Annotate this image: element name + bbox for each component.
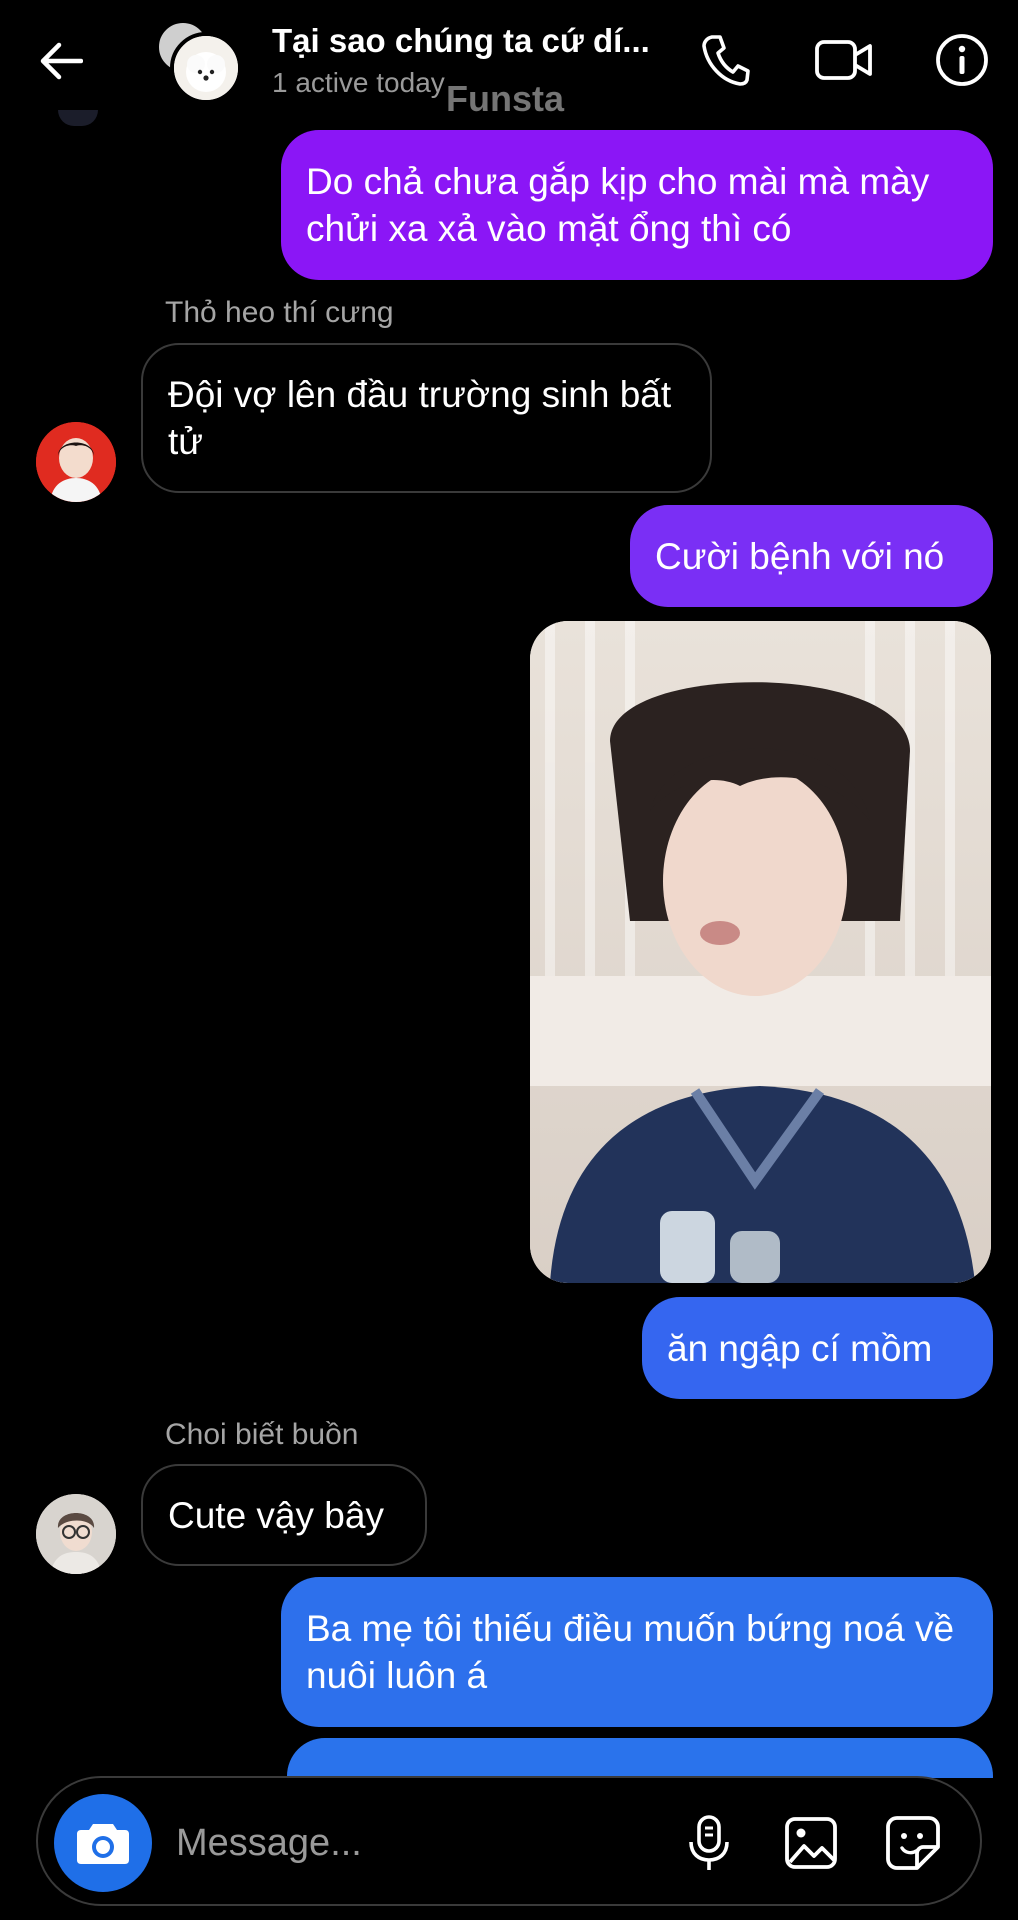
photo-image — [530, 621, 991, 1283]
phone-icon — [702, 35, 750, 86]
sticker-button[interactable] — [876, 1806, 950, 1880]
camera-icon — [77, 1824, 129, 1864]
microphone-icon — [689, 1815, 729, 1870]
message-text: Ba mẹ tôi thiếu điều muốn bứng noá về nu… — [306, 1608, 955, 1696]
message-text: Đội vợ lên đầu trường sinh bất tử — [168, 374, 672, 462]
video-call-button[interactable] — [810, 26, 878, 94]
image-icon — [785, 1817, 837, 1869]
sender-avatar-image — [36, 1494, 116, 1574]
sender-avatar[interactable] — [36, 422, 116, 502]
sender-avatar[interactable] — [36, 1494, 116, 1574]
video-camera-icon — [815, 40, 872, 80]
watermark: Funsta — [446, 78, 565, 119]
sender-name: Choi biết buồn — [165, 1418, 359, 1451]
message-text: ăn ngập cí mồm — [667, 1327, 933, 1369]
chat-title: Tại sao chúng ta cứ dí... — [272, 22, 650, 59]
chat-screen: Tại sao chúng ta cứ dí... 1 active today… — [0, 0, 1018, 1920]
photo-message[interactable] — [530, 621, 991, 1283]
message-bubble-incoming[interactable]: Đội vợ lên đầu trường sinh bất tử — [141, 343, 712, 493]
message-bubble-outgoing[interactable]: ăn ngập cí mồm — [642, 1297, 993, 1399]
message-bubble-partial[interactable] — [287, 1738, 993, 1778]
arrow-left-icon — [40, 42, 83, 80]
sticker-icon — [886, 1816, 940, 1870]
message-text: Cute vậy bây — [168, 1494, 384, 1536]
audio-call-button[interactable] — [692, 26, 760, 94]
back-button[interactable] — [30, 30, 92, 92]
message-bubble-outgoing[interactable]: Cười bệnh với nó — [630, 505, 993, 607]
info-icon — [936, 34, 988, 86]
camera-button[interactable] — [54, 1794, 152, 1892]
message-text: Cười bệnh với nó — [655, 535, 945, 577]
voice-message-button[interactable] — [672, 1806, 746, 1880]
gallery-button[interactable] — [774, 1806, 848, 1880]
dog-avatar-image — [174, 36, 238, 100]
message-bubble-outgoing[interactable]: Do chả chưa gắp kịp cho mài mà mày chửi … — [281, 130, 993, 280]
group-avatar-primary — [170, 32, 242, 104]
chat-header: Tại sao chúng ta cứ dí... 1 active today… — [0, 0, 1018, 122]
info-button[interactable] — [928, 26, 996, 94]
message-text: Do chả chưa gắp kịp cho mài mà mày chửi … — [306, 161, 930, 249]
message-bubble-incoming[interactable]: Cute vậy bây — [141, 1464, 427, 1566]
sender-name: Thỏ heo thí cưng — [165, 296, 394, 329]
message-bubble-outgoing[interactable]: Ba mẹ tôi thiếu điều muốn bứng noá về nu… — [281, 1577, 993, 1727]
group-avatar[interactable] — [152, 18, 242, 104]
message-input[interactable] — [176, 1808, 656, 1878]
previous-avatar-sliver — [58, 110, 98, 126]
sender-avatar-image — [36, 422, 116, 502]
